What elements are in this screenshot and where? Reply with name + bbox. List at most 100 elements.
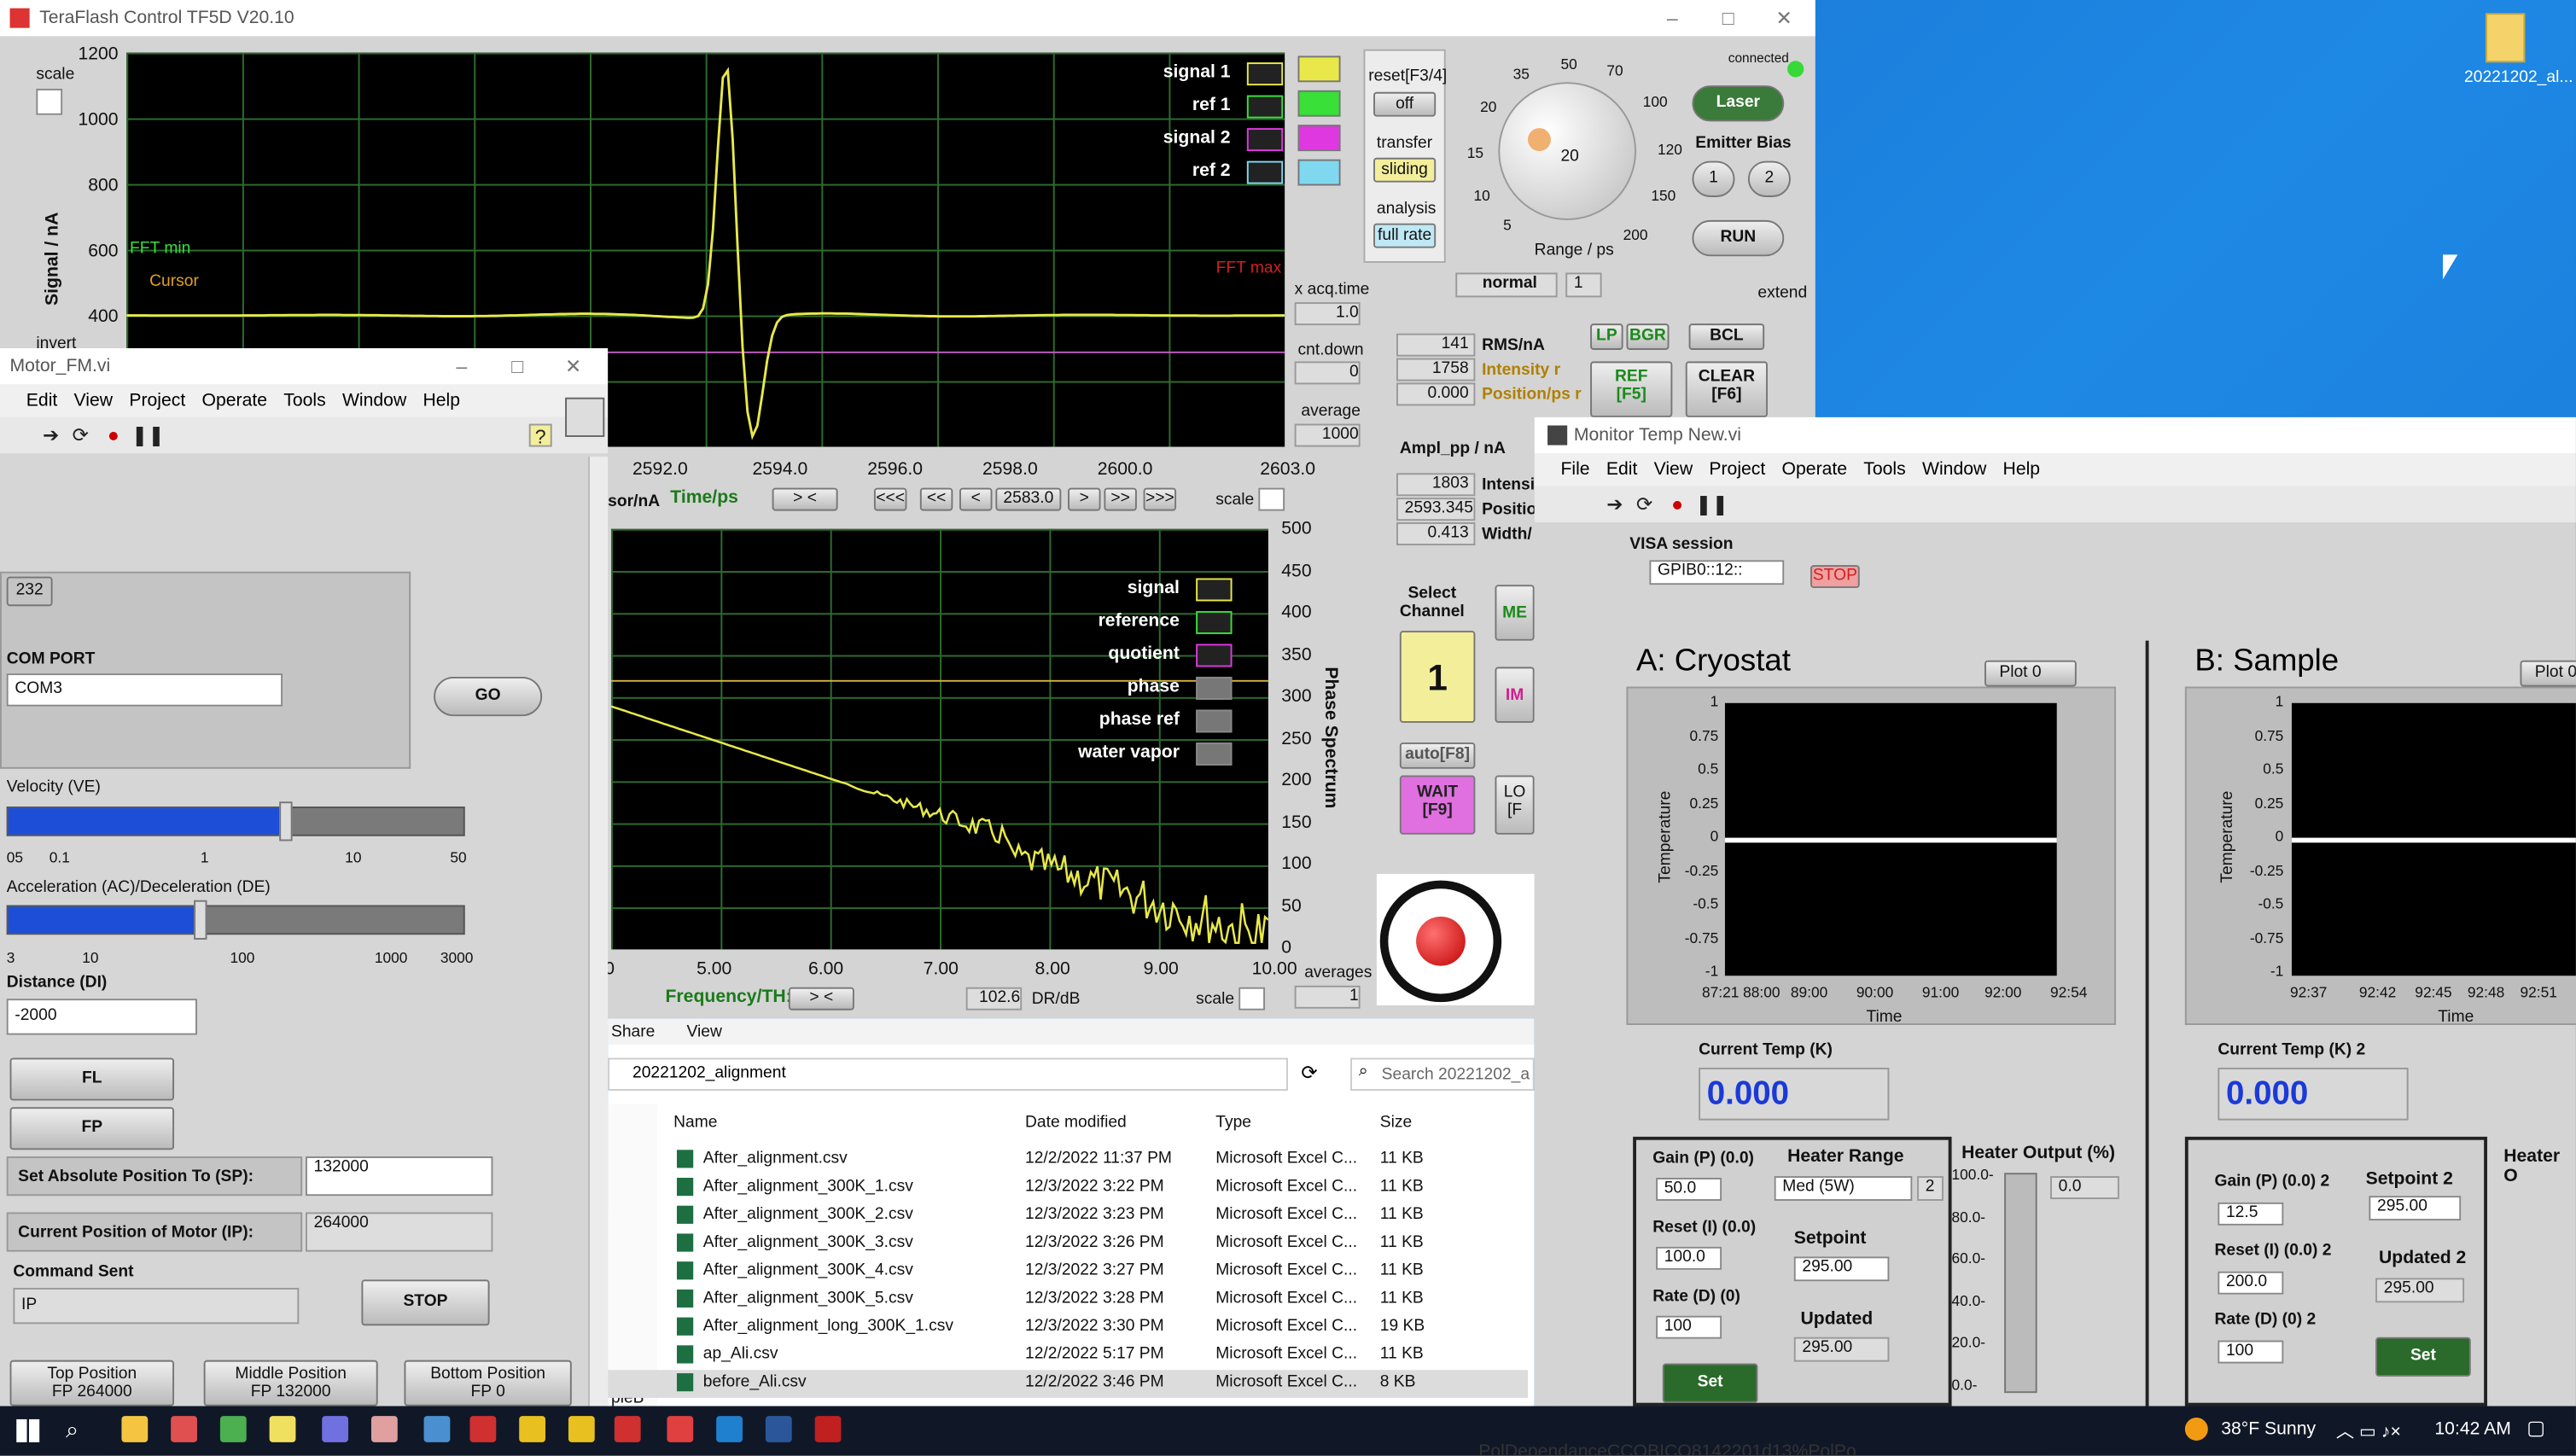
auto-f8-button[interactable]: auto[F8] [1399,742,1476,769]
sample-set-button[interactable]: Set [2375,1337,2471,1377]
menu-help[interactable]: Help [2003,460,2041,480]
file-row[interactable]: After_alignment.csv 12/2/2022 11:37 PM Mic… [608,1146,1528,1174]
laser-button[interactable]: Laser [1692,85,1785,122]
sample-pid-field[interactable]: 12.5 [2218,1202,2284,1226]
bgr-button[interactable]: BGR [1626,323,1670,350]
tray-icons[interactable]: ︿ ▭ ♪× [2336,1418,2401,1444]
col-type[interactable]: Type [1215,1114,1251,1132]
acrobat-icon-2[interactable] [814,1416,842,1442]
spec-legend-swatch[interactable] [1196,578,1233,602]
spec-legend-swatch[interactable] [1196,742,1233,766]
file-row[interactable]: After_alignment_long_300K_1.csv 12/3/2022… [608,1314,1528,1342]
emitter-bias-1[interactable]: 1 [1692,160,1735,197]
menu-view[interactable]: View [1654,460,1693,480]
app-icon-5[interactable] [322,1416,349,1442]
abort-icon[interactable]: ● [102,424,125,447]
reset-toggle[interactable]: off [1373,91,1437,117]
time-nav-0[interactable]: <<< [873,487,907,511]
labview-icon[interactable] [519,1416,546,1442]
view-tab[interactable]: View [687,1023,722,1041]
menu-operate[interactable]: Operate [1782,460,1848,480]
col-date[interactable]: Date modified [1025,1114,1127,1132]
time-nav-5[interactable]: >> [1104,487,1137,511]
pause-icon[interactable]: ❚❚ [1695,492,1728,515]
average-field[interactable]: 1000 [1294,423,1361,447]
ref-f5-button[interactable]: REF [F5] [1590,361,1673,417]
cryostat-plot[interactable] [1724,702,2057,976]
app-icon-12[interactable] [667,1416,694,1442]
app-icon-7[interactable] [423,1416,451,1442]
spec-legend-swatch[interactable] [1196,676,1233,700]
channel-button[interactable]: 1 [1399,631,1476,723]
app-icon-13[interactable] [716,1416,743,1442]
search-icon[interactable]: ⌕ [66,1416,79,1444]
emitter-bias-2[interactable]: 2 [1747,160,1791,197]
menu-view[interactable]: View [74,391,114,411]
set-position-field[interactable]: 132000 [305,1156,493,1197]
close-button[interactable]: ✕ [1757,0,1812,36]
transfer-toggle[interactable]: sliding [1373,157,1437,183]
time-nav-2[interactable]: < [959,487,993,511]
time-zoom-button[interactable]: > < [772,487,838,511]
velocity-thumb[interactable] [279,801,293,842]
bcl-button[interactable]: BCL [1688,323,1765,350]
labview-active-icon[interactable] [568,1416,595,1442]
distance-field[interactable]: -2000 [6,999,197,1035]
analysis-toggle[interactable]: full rate [1373,223,1437,248]
file-explorer-icon[interactable] [121,1416,149,1442]
weather-text[interactable]: 38°F Sunny [2221,1419,2316,1439]
fl-button[interactable]: FL [9,1057,175,1101]
lo-button[interactable]: LO [F [1495,775,1535,835]
freq-zoom-button[interactable]: > < [788,987,854,1010]
col-name[interactable]: Name [673,1114,717,1132]
maximize-button[interactable]: □ [1700,0,1756,36]
col-size[interactable]: Size [1380,1114,1412,1132]
menu-edit[interactable]: Edit [1606,460,1638,480]
motor-maximize-button[interactable]: □ [490,348,545,384]
time-nav-3[interactable]: 2583.0 [995,487,1062,511]
sample-plot[interactable] [2291,702,2576,976]
file-row[interactable]: before_Ali.csv 12/2/2022 3:46 PM Microsoft… [608,1370,1528,1398]
cryostat-set-button[interactable]: Set [1662,1363,1758,1403]
legend-swatch[interactable] [1246,160,1284,184]
refresh-icon[interactable]: ⟳ [1301,1061,1317,1084]
spectrum-plot[interactable]: signal reference quotient phase phase ref wat… [610,528,1268,950]
legend-swatch[interactable] [1246,62,1284,86]
address-bar[interactable]: 20221202_alignment [608,1057,1288,1092]
run-arrow-icon[interactable]: ➔ [39,424,62,447]
notes-icon[interactable] [269,1416,296,1442]
menu-tools[interactable]: Tools [1863,460,1905,480]
scale-checkbox[interactable] [36,88,63,115]
menu-operate[interactable]: Operate [201,391,267,411]
top-position-button[interactable]: Top Position FP 264000 [9,1360,175,1406]
notification-icon[interactable]: ▢ [2526,1416,2545,1439]
menu-help[interactable]: Help [423,391,460,411]
cryostat-pid-field[interactable]: 100 [1656,1315,1722,1339]
chrome-icon[interactable] [219,1416,247,1442]
motor-minimize-button[interactable]: – [434,348,489,384]
monitor-stop-button[interactable]: STOP [1810,565,1860,589]
acrobat-icon[interactable] [614,1416,641,1442]
pause-icon[interactable]: ❚❚ [131,424,165,447]
heater-range-select[interactable]: Med (5W) [1774,1176,1913,1201]
weather-icon[interactable] [2184,1418,2208,1441]
go-button[interactable]: GO [434,676,543,717]
spec-legend-swatch[interactable] [1196,610,1233,634]
acq-time-field[interactable]: 1.0 [1294,302,1361,326]
file-row[interactable]: After_alignment_300K_2.csv 12/3/2022 3:23… [608,1203,1528,1231]
file-row[interactable]: After_alignment_300K_3.csv 12/3/2022 3:26… [608,1231,1528,1259]
app-icon-6[interactable] [370,1416,398,1442]
sample-pid-field[interactable]: 100 [2218,1340,2284,1364]
sample-setpoint-field[interactable]: 295.00 [2369,1196,2462,1221]
desktop-folder-icon[interactable]: 20221202_al... [2464,13,2573,103]
visa-select[interactable]: GPIB0::12:: [1649,560,1785,585]
signal1-color[interactable] [1297,55,1341,83]
time-nav-6[interactable]: >>> [1143,487,1177,511]
normal-field[interactable]: normal [1455,272,1558,298]
middle-position-button[interactable]: Middle Position FP 132000 [203,1360,378,1406]
averages-field[interactable]: 1 [1294,985,1361,1009]
search-box[interactable]: ⌕ Search 20221202_a [1350,1057,1535,1092]
clear-f6-button[interactable]: CLEAR [F6] [1685,361,1768,417]
menu-window[interactable]: Window [342,391,406,411]
tab-232[interactable]: 232 [6,576,53,607]
